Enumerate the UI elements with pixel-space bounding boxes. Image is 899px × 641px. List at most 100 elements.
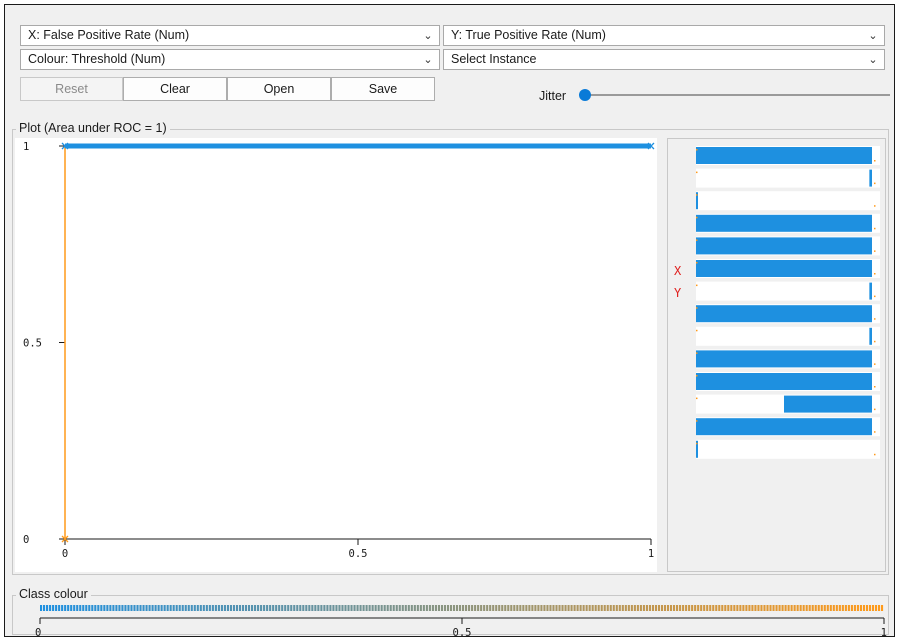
class-colour-swatch <box>868 605 872 611</box>
class-colour-swatch <box>763 605 766 611</box>
class-colour-swatch <box>492 605 495 611</box>
attribute-bar-point <box>696 307 698 309</box>
class-colour-swatch <box>874 605 878 611</box>
class-colour-swatch <box>835 605 838 611</box>
class-colour-swatch <box>178 605 181 611</box>
attribute-bar[interactable] <box>696 168 880 188</box>
clear-button[interactable]: Clear <box>123 77 227 101</box>
class-colour-swatch <box>537 605 540 611</box>
class-colour-swatch <box>474 605 477 611</box>
class-colour-swatch <box>187 605 190 611</box>
class-colour-swatch <box>359 605 362 611</box>
class-colour-swatch <box>615 605 618 611</box>
class-colour-swatch <box>808 605 811 611</box>
attribute-bar-point <box>874 453 876 456</box>
class-colour-swatch <box>531 605 534 611</box>
class-colour-swatch <box>742 605 745 611</box>
class-colour-swatch <box>853 605 856 611</box>
class-colour-swatch <box>787 605 790 611</box>
class-colour-swatch <box>148 605 151 611</box>
attribute-bar[interactable] <box>696 326 880 346</box>
class-colour-swatch <box>829 605 832 611</box>
class-colour-swatch <box>296 605 299 611</box>
attribute-bar-fill <box>696 373 872 390</box>
class-colour-swatch <box>377 605 380 611</box>
class-colour-swatch <box>796 605 799 611</box>
attribute-bar[interactable] <box>696 191 880 211</box>
class-colour-swatch <box>579 605 582 611</box>
class-colour-swatch <box>398 605 401 611</box>
class-colour-swatch <box>697 605 700 611</box>
class-colour-swatch <box>311 605 314 611</box>
plot-canvas[interactable]: 0 0.5 1 0 0.5 1 <box>15 138 657 572</box>
x-tick-label: 0 <box>62 548 68 560</box>
class-colour-swatch <box>91 605 94 611</box>
class-colour-swatch <box>254 605 257 611</box>
reset-button[interactable]: Reset <box>20 77 123 101</box>
y-attribute-marker: Y <box>674 286 682 300</box>
class-colour-swatch <box>335 605 338 611</box>
class-colour-swatch <box>43 605 46 611</box>
class-colour-swatch <box>353 605 356 611</box>
class-colour-swatch <box>299 605 302 611</box>
class-colour-swatch <box>597 605 600 611</box>
attribute-bar-fill <box>869 169 872 187</box>
jitter-slider-track[interactable] <box>585 94 890 96</box>
class-colour-swatch <box>772 605 775 611</box>
class-colour-swatch <box>272 605 275 611</box>
class-colour-swatch <box>139 605 142 611</box>
attribute-bar-point <box>696 284 698 287</box>
attribute-bar[interactable] <box>696 439 880 459</box>
jitter-slider-handle[interactable] <box>579 89 591 101</box>
attribute-bar[interactable] <box>696 281 880 301</box>
class-colour-swatch <box>302 605 305 611</box>
class-colour-swatch <box>666 605 670 611</box>
class-colour-swatch <box>549 605 552 611</box>
x-axis-select[interactable]: X: False Positive Rate (Num) ⌄ <box>20 25 440 46</box>
class-colour-swatch <box>175 605 178 611</box>
instance-select[interactable]: Select Instance ⌄ <box>443 49 885 70</box>
class-colour-swatch <box>76 605 79 611</box>
class-colour-swatch <box>419 605 422 611</box>
class-colour-swatch <box>709 605 712 611</box>
class-colour-swatch <box>636 605 639 611</box>
attribute-bar-fill <box>869 327 872 345</box>
class-colour-swatch <box>504 605 507 611</box>
class-colour-swatch <box>477 605 480 611</box>
class-colour-swatch <box>606 605 609 611</box>
class-colour-swatch <box>715 605 718 611</box>
attribute-bar-point <box>874 408 876 411</box>
colour-select[interactable]: Colour: Threshold (Num) ⌄ <box>20 49 440 70</box>
attribute-bar-point <box>696 420 698 422</box>
class-colour-swatch <box>757 605 760 611</box>
class-colour-swatch <box>434 605 437 611</box>
class-colour-swatch <box>305 605 308 611</box>
open-button[interactable]: Open <box>227 77 331 101</box>
attribute-bar-point <box>874 340 876 343</box>
x-attribute-marker: X <box>674 264 682 278</box>
attribute-bar-point <box>696 375 698 377</box>
class-colour-swatch <box>694 605 697 611</box>
class-colour-swatch <box>344 605 347 611</box>
y-axis-select[interactable]: Y: True Positive Rate (Num) ⌄ <box>443 25 885 46</box>
attribute-bar-point <box>874 363 876 365</box>
class-colour-swatch <box>820 605 823 611</box>
class-colour-swatch <box>446 605 450 611</box>
class-colour-swatch <box>49 605 52 611</box>
class-colour-swatch <box>706 605 709 611</box>
class-colour-swatch <box>226 605 229 611</box>
class-colour-swatch <box>109 605 112 611</box>
class-colour-swatch <box>133 605 136 611</box>
class-colour-swatch <box>561 605 564 611</box>
class-colour-swatch <box>392 605 395 611</box>
class-colour-swatch <box>793 605 796 611</box>
class-colour-swatch <box>407 605 410 611</box>
class-colour-swatch <box>223 605 226 611</box>
class-colour-swatch <box>582 605 585 611</box>
class-colour-swatch <box>781 605 784 611</box>
class-colour-swatch <box>811 605 814 611</box>
attribute-bar-point <box>874 386 876 388</box>
save-button[interactable]: Save <box>331 77 435 101</box>
x-tick-label: 0.5 <box>349 548 368 560</box>
class-colour-swatch <box>284 605 287 611</box>
